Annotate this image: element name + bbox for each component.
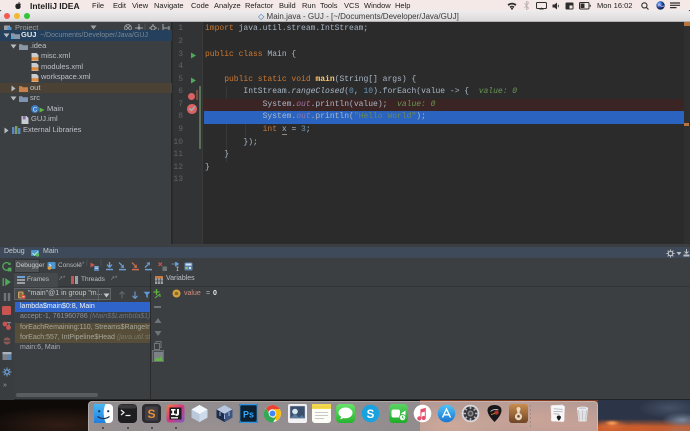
svg-text:S: S [147,407,155,421]
svg-text:S: S [366,409,374,421]
svg-text:C: C [33,107,38,114]
svg-text:Ps: Ps [243,410,254,420]
